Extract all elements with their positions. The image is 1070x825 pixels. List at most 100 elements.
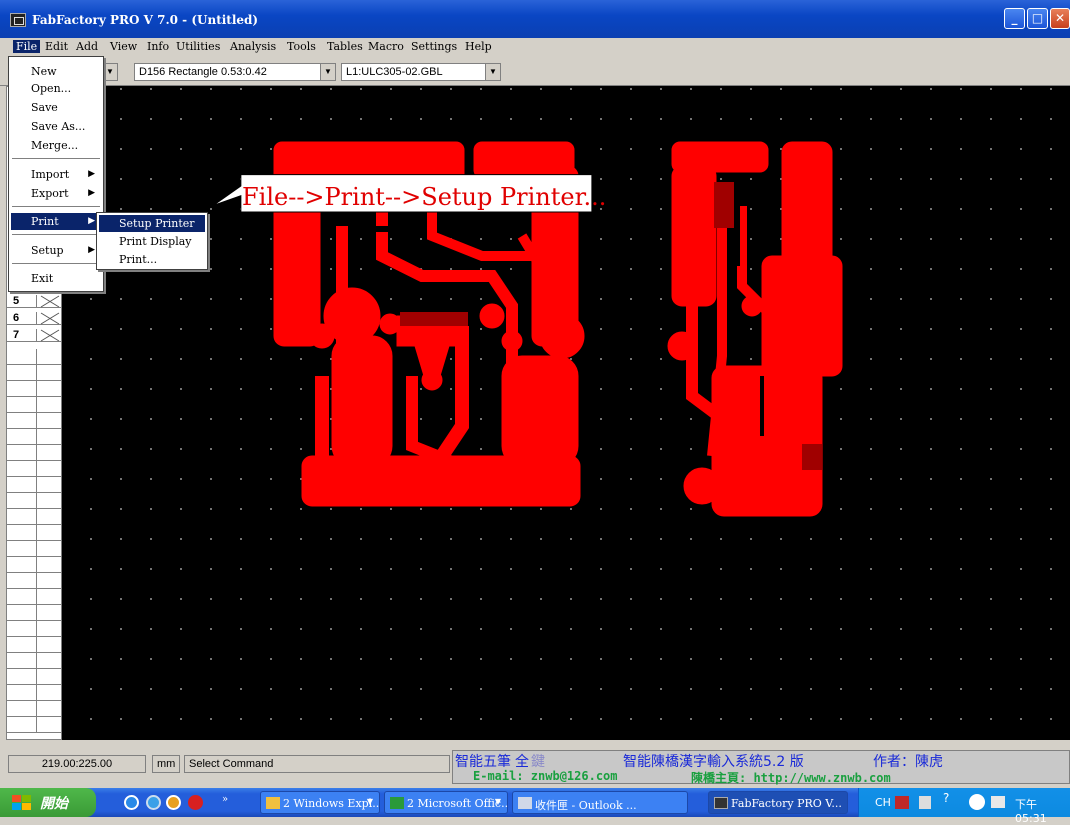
ime-mode[interactable]: 智能五筆 [455, 751, 511, 771]
empty-layer-row[interactable] [7, 413, 63, 429]
more-quicklaunch-icon[interactable]: » [222, 794, 228, 805]
empty-layer-row[interactable] [7, 621, 63, 637]
menu-item-import[interactable]: Import ▶ [11, 166, 101, 183]
ime-icon[interactable] [895, 796, 909, 809]
title-bar: FabFactory PRO V 7.0 - (Untitled) _ □ ✕ [0, 0, 1070, 38]
submenu-arrow-icon: ▶ [88, 169, 95, 179]
menu-file[interactable]: File [13, 40, 41, 53]
menu-item-export-label: Export [31, 187, 69, 200]
empty-layer-row[interactable] [7, 557, 63, 573]
empty-layer-row[interactable] [7, 589, 63, 605]
task-outlook[interactable]: 收件匣 - Outlook ... [512, 791, 688, 814]
empty-layer-row[interactable] [7, 365, 63, 381]
menu-item-setup[interactable]: Setup ▶ [11, 242, 101, 259]
ie-icon[interactable] [124, 795, 139, 810]
menu-macro[interactable]: Macro [368, 40, 404, 53]
layer-row[interactable]: 7 [7, 329, 63, 342]
empty-layer-row[interactable] [7, 701, 63, 717]
layer-row[interactable]: 5 [7, 295, 63, 308]
empty-layer-row[interactable] [7, 605, 63, 621]
pcb-canvas[interactable]: File-->Print-->Setup Printer... [62, 86, 1070, 740]
tray-question-icon[interactable]: ? [943, 791, 949, 805]
empty-layer-row[interactable] [7, 445, 63, 461]
maximize-button[interactable]: □ [1027, 8, 1048, 29]
empty-layer-row[interactable] [7, 349, 63, 365]
empty-layer-row[interactable] [7, 493, 63, 509]
menu-help[interactable]: Help [465, 40, 492, 53]
empty-layer-row[interactable] [7, 381, 63, 397]
menu-settings[interactable]: Settings [411, 40, 457, 53]
menu-item-open[interactable]: Open... [11, 80, 101, 97]
dcode-value: D156 Rectangle 0.53:0.42 [139, 66, 267, 78]
chevron-down-icon: ▼ [102, 64, 117, 80]
ime-status-bar: 智能五筆 全 鍵 智能陳橋漢字輸入系統5.2 版 作者：陳虎 E-mail: z… [452, 750, 1070, 785]
browser-icon[interactable] [166, 795, 181, 810]
empty-layer-row[interactable] [7, 509, 63, 525]
ime-email: E-mail: znwb@126.com [473, 769, 618, 783]
menu-utilities[interactable]: Utilities [176, 40, 220, 53]
empty-layer-row[interactable] [7, 541, 63, 557]
ime-author: 作者：陳虎 [873, 754, 943, 770]
task-microsoft-office[interactable]: 2 Microsoft Offic... ▼ [384, 791, 508, 814]
menu-view[interactable]: View [110, 40, 137, 53]
layer-number: 6 [7, 312, 37, 324]
app-icon[interactable] [10, 13, 26, 27]
empty-layer-row[interactable] [7, 429, 63, 445]
menu-item-print[interactable]: Print ▶ [11, 213, 101, 230]
empty-layer-row[interactable] [7, 653, 63, 669]
minimize-button[interactable]: _ [1004, 8, 1025, 29]
start-button[interactable]: 開始 [0, 788, 96, 817]
menu-item-new[interactable]: New [11, 63, 101, 80]
menu-item-print-display[interactable]: Print Display [99, 233, 205, 250]
media-player-icon[interactable] [146, 795, 161, 810]
empty-layer-cell [7, 685, 37, 700]
task-windows-explorer[interactable]: 2 Windows Expl... ▼ [260, 791, 380, 814]
menu-item-setup-printer[interactable]: Setup Printer [99, 215, 205, 232]
help-icon[interactable] [919, 796, 931, 809]
clock[interactable]: 下午 05:31 [1015, 796, 1070, 825]
layer-off-icon [40, 295, 60, 308]
ime-key[interactable]: 鍵 [531, 751, 545, 771]
menu-bar: File Edit Add View Info Utilities Analys… [0, 38, 1070, 56]
app-launcher-icon[interactable] [188, 795, 203, 810]
menu-tables[interactable]: Tables [327, 40, 363, 53]
empty-layer-cell [7, 525, 37, 540]
menu-item-save-as[interactable]: Save As... [11, 118, 101, 135]
menu-item-export[interactable]: Export ▶ [11, 185, 101, 202]
menu-item-print-dialog[interactable]: Print... [99, 251, 205, 268]
empty-layer-cell [7, 445, 37, 460]
tray-expand-icon[interactable] [969, 794, 985, 810]
language-indicator[interactable]: CH [875, 796, 891, 809]
layer-row[interactable]: 6 [7, 312, 63, 325]
menu-item-setup-label: Setup [31, 244, 64, 257]
command-prompt: Select Command [184, 755, 450, 773]
empty-layer-row[interactable] [7, 397, 63, 413]
empty-layer-row[interactable] [7, 477, 63, 493]
empty-layer-cell [7, 381, 37, 396]
close-button[interactable]: ✕ [1050, 8, 1070, 29]
empty-layer-row[interactable] [7, 685, 63, 701]
empty-layer-row[interactable] [7, 637, 63, 653]
fabfactory-icon [714, 797, 728, 809]
menu-item-merge[interactable]: Merge... [11, 137, 101, 154]
empty-layer-cell [7, 429, 37, 444]
dcode-select[interactable]: D156 Rectangle 0.53:0.42 ▼ [134, 63, 336, 81]
empty-layer-row[interactable] [7, 669, 63, 685]
network-icon[interactable] [991, 796, 1005, 808]
menu-analysis[interactable]: Analysis [230, 40, 276, 53]
menu-info[interactable]: Info [147, 40, 169, 53]
empty-layer-row[interactable] [7, 717, 63, 733]
menu-tools[interactable]: Tools [287, 40, 316, 53]
task-fabfactory[interactable]: FabFactory PRO V... [708, 791, 848, 814]
menu-item-save[interactable]: Save [11, 99, 101, 116]
empty-layer-row[interactable] [7, 573, 63, 589]
empty-layer-cell [7, 413, 37, 428]
empty-layer-row[interactable] [7, 525, 63, 541]
layer-off-icon [40, 329, 60, 342]
ime-fullwidth[interactable]: 全 [515, 751, 529, 771]
menu-add[interactable]: Add [76, 40, 98, 53]
menu-edit[interactable]: Edit [45, 40, 68, 53]
layer-select[interactable]: L1:ULC305-02.GBL ▼ [341, 63, 501, 81]
menu-item-exit[interactable]: Exit [11, 270, 101, 287]
empty-layer-row[interactable] [7, 461, 63, 477]
